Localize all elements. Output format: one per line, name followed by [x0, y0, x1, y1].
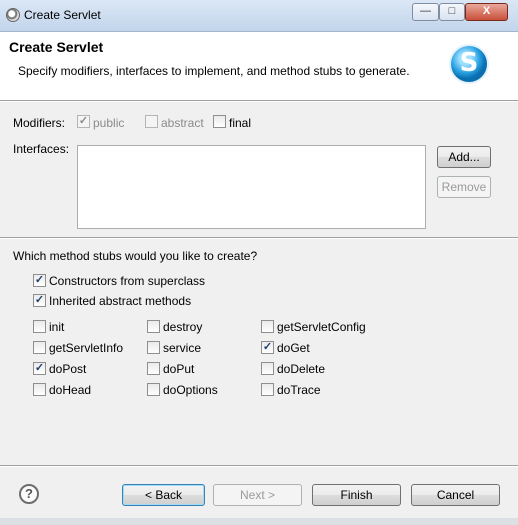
dotrace-checkbox[interactable]	[261, 383, 274, 396]
dohead-label: doHead	[49, 383, 92, 397]
back-button[interactable]: < Back	[122, 484, 205, 506]
help-icon[interactable]: ?	[19, 484, 39, 504]
remove-interface-button[interactable]: Remove	[437, 176, 491, 198]
service-label: service	[163, 341, 202, 355]
init-label: init	[49, 320, 65, 334]
dotrace-label: doTrace	[277, 383, 321, 397]
close-button[interactable]: X	[465, 3, 508, 21]
doput-checkbox[interactable]	[147, 362, 160, 375]
check-icon: ✓	[78, 115, 89, 127]
getservletinfo-label: getServletInfo	[49, 341, 124, 355]
abstract-checkbox[interactable]	[145, 115, 158, 128]
public-checkbox[interactable]: ✓	[77, 115, 90, 128]
dopost-label: doPost	[49, 362, 87, 376]
section-divider	[0, 237, 518, 239]
dopost-checkbox[interactable]: ✓	[33, 362, 46, 375]
getservletinfo-checkbox[interactable]	[33, 341, 46, 354]
servlet-logo-icon: S	[449, 44, 489, 84]
window-bottom-edge	[0, 518, 518, 525]
dooptions-label: doOptions	[163, 383, 218, 397]
page-title: Create Servlet	[9, 39, 104, 55]
getservletconfig-checkbox[interactable]	[261, 320, 274, 333]
constructors-label: Constructors from superclass	[49, 274, 206, 288]
interfaces-label: Interfaces:	[13, 142, 70, 156]
header-divider	[0, 100, 518, 102]
dohead-checkbox[interactable]	[33, 383, 46, 396]
doput-label: doPut	[163, 362, 195, 376]
minimize-button[interactable]: —	[412, 3, 439, 21]
constructors-checkbox[interactable]: ✓	[33, 274, 46, 287]
footer-divider	[0, 465, 518, 467]
doget-label: doGet	[277, 341, 310, 355]
final-checkbox[interactable]	[213, 115, 226, 128]
modifiers-label: Modifiers:	[13, 116, 66, 130]
destroy-label: destroy	[163, 320, 203, 334]
destroy-checkbox[interactable]	[147, 320, 160, 333]
service-checkbox[interactable]	[147, 341, 160, 354]
finish-button[interactable]: Finish	[312, 484, 401, 506]
check-icon: ✓	[34, 362, 45, 374]
cancel-button[interactable]: Cancel	[411, 484, 500, 506]
add-interface-button[interactable]: Add...	[437, 146, 491, 168]
check-icon: ✓	[34, 294, 45, 306]
public-label: public	[93, 116, 125, 130]
interfaces-list[interactable]	[77, 145, 426, 229]
init-checkbox[interactable]	[33, 320, 46, 333]
maximize-button[interactable]: □	[439, 3, 465, 21]
check-icon: ✓	[34, 274, 45, 286]
check-icon: ✓	[262, 341, 273, 353]
getservletconfig-label: getServletConfig	[277, 320, 366, 334]
app-icon	[6, 8, 20, 22]
abstract-label: abstract	[161, 116, 204, 130]
dodelete-label: doDelete	[277, 362, 326, 376]
page-description: Specify modifiers, interfaces to impleme…	[18, 64, 410, 78]
doget-checkbox[interactable]: ✓	[261, 341, 274, 354]
final-label: final	[229, 116, 252, 130]
inherited-abstract-label: Inherited abstract methods	[49, 294, 192, 308]
next-button[interactable]: Next >	[213, 484, 302, 506]
inherited-abstract-checkbox[interactable]: ✓	[33, 294, 46, 307]
window-title: Create Servlet	[24, 8, 101, 22]
dooptions-checkbox[interactable]	[147, 383, 160, 396]
stubs-question: Which method stubs would you like to cre…	[13, 249, 258, 263]
dodelete-checkbox[interactable]	[261, 362, 274, 375]
